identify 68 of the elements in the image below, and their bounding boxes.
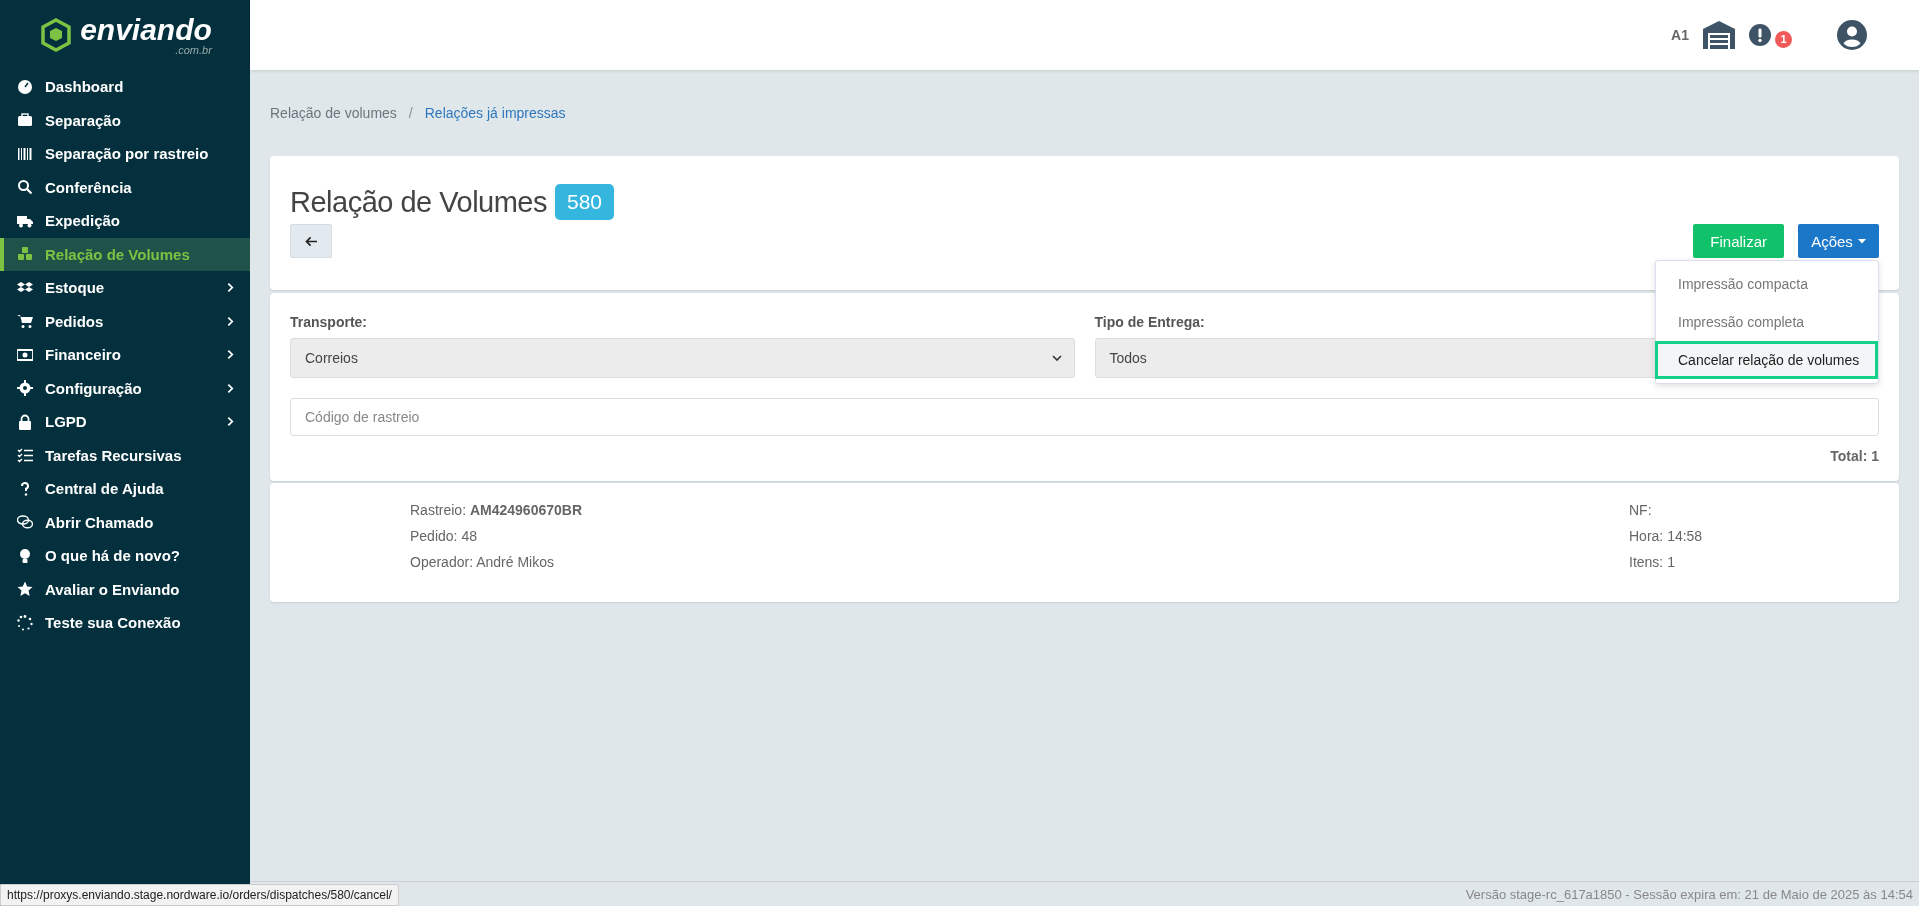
- menu-item[interactable]: Impressão completa: [1655, 303, 1878, 341]
- chevron-right-icon: [227, 282, 234, 294]
- cart-icon: [17, 313, 33, 330]
- cubes-icon: [17, 246, 33, 263]
- user-avatar-icon[interactable]: [1837, 20, 1867, 50]
- menu-item[interactable]: Cancelar relação de volumes: [1655, 341, 1878, 379]
- back-button[interactable]: [290, 224, 332, 258]
- chat-icon: [17, 514, 33, 531]
- page-title: Relação de Volumes: [290, 185, 547, 219]
- alert-icon[interactable]: [1749, 24, 1771, 46]
- volume-detail: Pedido: 48: [410, 527, 477, 545]
- arrow-left-icon: [304, 235, 318, 247]
- chevron-right-icon: [227, 349, 234, 361]
- volume-detail: NF:: [1629, 501, 1652, 519]
- briefcase-icon: [17, 112, 33, 129]
- sidebar-item[interactable]: Teste sua Conexão: [0, 606, 250, 640]
- chevron-right-icon: [227, 416, 234, 428]
- volume-detail: Operador: André Mikos: [410, 553, 554, 571]
- field-label: Tipo de Entrega:: [1094, 314, 1205, 330]
- star-icon: [17, 581, 33, 598]
- logo-domain: .com.br: [175, 44, 212, 56]
- notification-badge: 1: [1775, 30, 1792, 48]
- count-badge: 580: [555, 184, 615, 220]
- breadcrumb-link[interactable]: Relação de volumes: [270, 105, 397, 121]
- sidebar-item[interactable]: Expedição: [0, 204, 250, 238]
- sidebar-item[interactable]: Configuração: [0, 371, 250, 405]
- field-label: Transporte:: [290, 314, 367, 330]
- gauge-icon: [17, 78, 33, 95]
- barcode-icon: [17, 145, 33, 162]
- sidebar-item[interactable]: Estoque: [0, 271, 250, 305]
- checklist-icon: [17, 447, 33, 464]
- lock-icon: [17, 413, 33, 430]
- volume-detail: Hora: 14:58: [1629, 527, 1703, 545]
- sidebar-item[interactable]: Central de Ajuda: [0, 472, 250, 506]
- caret-icon: [1857, 238, 1866, 244]
- chevron-down-icon: [1051, 355, 1062, 361]
- sidebar-item[interactable]: Pedidos: [0, 304, 250, 338]
- sidebar-item[interactable]: Separação: [0, 103, 250, 137]
- menu-item[interactable]: Impressão compacta: [1655, 265, 1878, 303]
- sidebar-item[interactable]: Financeiro: [0, 338, 250, 372]
- sidebar-item[interactable]: Separação por rastreio: [0, 137, 250, 171]
- sidebar-item[interactable]: Tarefas Recursivas: [0, 438, 250, 472]
- status-url: https://proxys.enviando.stage.nordware.io/orders/dispatches/580/cancel/: [0, 884, 399, 906]
- volume-detail: Rastreio: AM424960670BR: [410, 501, 582, 519]
- money-icon: [17, 346, 33, 363]
- sidebar-item[interactable]: Conferência: [0, 170, 250, 204]
- sidebar-item[interactable]: LGPD: [0, 405, 250, 439]
- spinner-icon: [17, 614, 33, 631]
- sidebar-item[interactable]: Dashboard: [0, 70, 250, 104]
- tracking-code-input[interactable]: Código de rastreio: [290, 398, 1879, 436]
- breadcrumb-link[interactable]: Relações já impressas: [424, 105, 566, 121]
- volume-detail: Itens: 1: [1629, 553, 1675, 571]
- actions-dropdown-button[interactable]: Ações: [1798, 224, 1879, 258]
- warehouse-icon[interactable]: [1703, 21, 1735, 49]
- chevron-right-icon: [227, 382, 234, 394]
- user-code: A1: [1671, 27, 1689, 43]
- version-info: Versão stage-rc_617a1850 - Sessão expira em: 21 de Maio de 2025 às 14:54: [1465, 886, 1913, 902]
- sidebar-item[interactable]: Avaliar o Enviando: [0, 572, 250, 606]
- bulb-icon: [17, 547, 33, 564]
- sidebar-item[interactable]: Abrir Chamado: [0, 505, 250, 539]
- transport-select[interactable]: Correios: [290, 338, 1075, 378]
- search-icon: [17, 179, 33, 196]
- sidebar-item[interactable]: O que há de novo?: [0, 539, 250, 573]
- logo-text: enviando: [80, 14, 212, 45]
- chevron-right-icon: [227, 315, 234, 327]
- breadcrumb-separator: /: [408, 105, 413, 121]
- sidebar-item[interactable]: Relação de Volumes: [0, 237, 250, 271]
- total-count: Total: 1: [1829, 448, 1879, 464]
